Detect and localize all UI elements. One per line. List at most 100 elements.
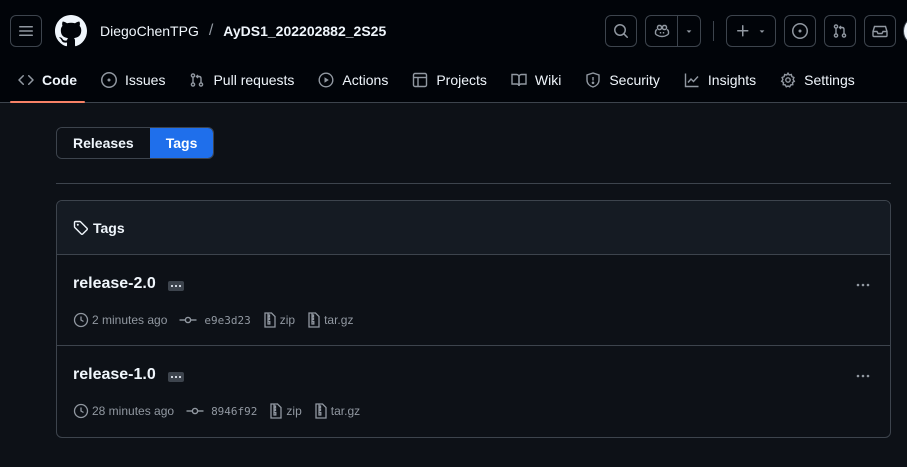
zip-link[interactable]: zip — [280, 313, 295, 327]
targz-download[interactable]: tar.gz — [307, 312, 353, 328]
tab-security[interactable]: Security — [577, 62, 668, 98]
tab-wiki-label: Wiki — [534, 72, 562, 88]
code-icon — [18, 74, 34, 86]
tab-actions-label: Actions — [342, 72, 389, 88]
tab-security-label: Security — [609, 72, 660, 88]
tag-time-text: 28 minutes ago — [92, 404, 175, 418]
repo-nav: Code Issues Pull requests Actions Projec… — [0, 62, 871, 103]
expand-message-button[interactable] — [167, 281, 184, 291]
triangle-down-icon — [686, 30, 692, 33]
file-zip-icon — [308, 312, 320, 328]
your-pull-requests-button[interactable] — [824, 15, 856, 47]
search-button[interactable] — [605, 15, 637, 47]
your-issues-button[interactable] — [784, 15, 816, 47]
create-new-button[interactable] — [726, 15, 776, 47]
graph-icon — [684, 73, 699, 88]
inbox-icon — [872, 25, 888, 38]
expand-message-button[interactable] — [167, 372, 184, 382]
tab-projects[interactable]: Projects — [404, 62, 495, 98]
tab-issues-label: Issues — [125, 72, 166, 88]
zip-link[interactable]: zip — [286, 404, 301, 418]
releases-tags-toggle: Releases Tags — [56, 127, 215, 159]
tag-row: release-2.0 2 minutes ago e9e3d23 zip ta… — [57, 255, 890, 346]
user-avatar[interactable] — [903, 16, 907, 46]
tab-insights-label: Insights — [707, 72, 757, 88]
kebab-horizontal-icon — [856, 374, 870, 378]
targz-download[interactable]: tar.gz — [314, 403, 360, 419]
tag-name-link[interactable]: release-1.0 — [73, 366, 156, 384]
tag-title: release-2.0 — [73, 275, 184, 293]
clock-icon — [73, 403, 89, 419]
git-pull-request-icon — [191, 73, 204, 87]
tag-row: release-1.0 28 minutes ago 8946f92 zip t… — [57, 346, 890, 437]
header-divider — [713, 21, 714, 41]
targz-link[interactable]: tar.gz — [324, 313, 353, 327]
copilot-button-group — [645, 15, 701, 47]
play-icon — [318, 72, 334, 88]
tag-options-button[interactable] — [854, 368, 872, 384]
releases-segment-button[interactable]: Releases — [57, 128, 150, 158]
tab-issues[interactable]: Issues — [93, 62, 173, 98]
tag-time: 28 minutes ago — [73, 403, 174, 419]
tag-icon — [73, 220, 88, 235]
tag-metadata: 2 minutes ago e9e3d23 zip tar.gz — [73, 312, 365, 328]
app-header: DiegoChenTPG / AyDS1_202202882_2S25 Code… — [0, 0, 907, 103]
plus-icon — [737, 25, 749, 37]
zip-download[interactable]: zip — [269, 403, 302, 419]
issue-opened-icon — [792, 23, 808, 39]
copilot-dropdown-button[interactable] — [678, 16, 700, 46]
shield-icon — [586, 72, 601, 88]
tab-code[interactable]: Code — [10, 62, 85, 103]
triangle-down-icon — [759, 30, 765, 33]
file-zip-icon — [270, 403, 283, 419]
notifications-button[interactable] — [864, 15, 896, 47]
git-commit-icon — [186, 407, 204, 415]
tab-code-label: Code — [42, 72, 77, 88]
menu-button[interactable] — [10, 15, 42, 47]
targz-link[interactable]: tar.gz — [331, 404, 360, 418]
copilot-button[interactable] — [646, 16, 678, 46]
tab-pull-requests-label: Pull requests — [213, 72, 295, 88]
file-zip-icon — [264, 312, 276, 328]
tab-insights[interactable]: Insights — [676, 62, 764, 98]
tag-time: 2 minutes ago — [73, 312, 167, 328]
search-icon — [614, 24, 628, 38]
file-zip-icon — [315, 403, 327, 419]
github-logo-icon[interactable] — [55, 15, 87, 47]
breadcrumb-owner-link[interactable]: DiegoChenTPG — [100, 23, 199, 39]
book-icon — [511, 73, 527, 87]
gear-icon — [780, 72, 796, 88]
table-icon — [413, 72, 428, 88]
tag-name-link[interactable]: release-2.0 — [73, 275, 156, 293]
commit-sha-link[interactable]: e9e3d23 — [204, 314, 250, 327]
copilot-icon — [654, 24, 669, 38]
kebab-horizontal-icon — [856, 283, 870, 287]
breadcrumb-separator: / — [208, 22, 214, 39]
hamburger-icon — [19, 26, 33, 36]
tab-pull-requests[interactable]: Pull requests — [181, 62, 302, 98]
breadcrumb-repo-link[interactable]: AyDS1_202202882_2S25 — [223, 23, 386, 39]
breadcrumb: DiegoChenTPG / AyDS1_202202882_2S25 — [100, 22, 386, 40]
git-pull-request-icon — [833, 24, 847, 38]
issue-opened-icon — [101, 72, 117, 88]
tags-box-title: Tags — [93, 219, 125, 236]
tags-segment-button[interactable]: Tags — [149, 128, 214, 158]
tab-wiki[interactable]: Wiki — [503, 62, 569, 98]
tag-options-button[interactable] — [854, 277, 872, 293]
tag-time-text: 2 minutes ago — [92, 313, 168, 327]
clock-icon — [73, 312, 89, 328]
tag-title: release-1.0 — [73, 366, 184, 384]
commit-sha-link[interactable]: 8946f92 — [211, 405, 257, 418]
tab-settings[interactable]: Settings — [772, 62, 863, 98]
tag-commit: e9e3d23 — [179, 312, 251, 328]
git-commit-icon — [179, 316, 197, 324]
tab-projects-label: Projects — [436, 72, 487, 88]
tags-box-header: Tags — [57, 201, 890, 255]
tag-metadata: 28 minutes ago 8946f92 zip tar.gz — [73, 403, 372, 419]
tab-actions[interactable]: Actions — [310, 62, 396, 98]
tab-settings-label: Settings — [804, 72, 855, 88]
zip-download[interactable]: zip — [263, 312, 295, 328]
tags-box: Tags release-2.0 2 minutes ago e9e3d23 z… — [56, 200, 891, 438]
tag-commit: 8946f92 — [186, 403, 257, 419]
section-divider — [56, 183, 891, 184]
